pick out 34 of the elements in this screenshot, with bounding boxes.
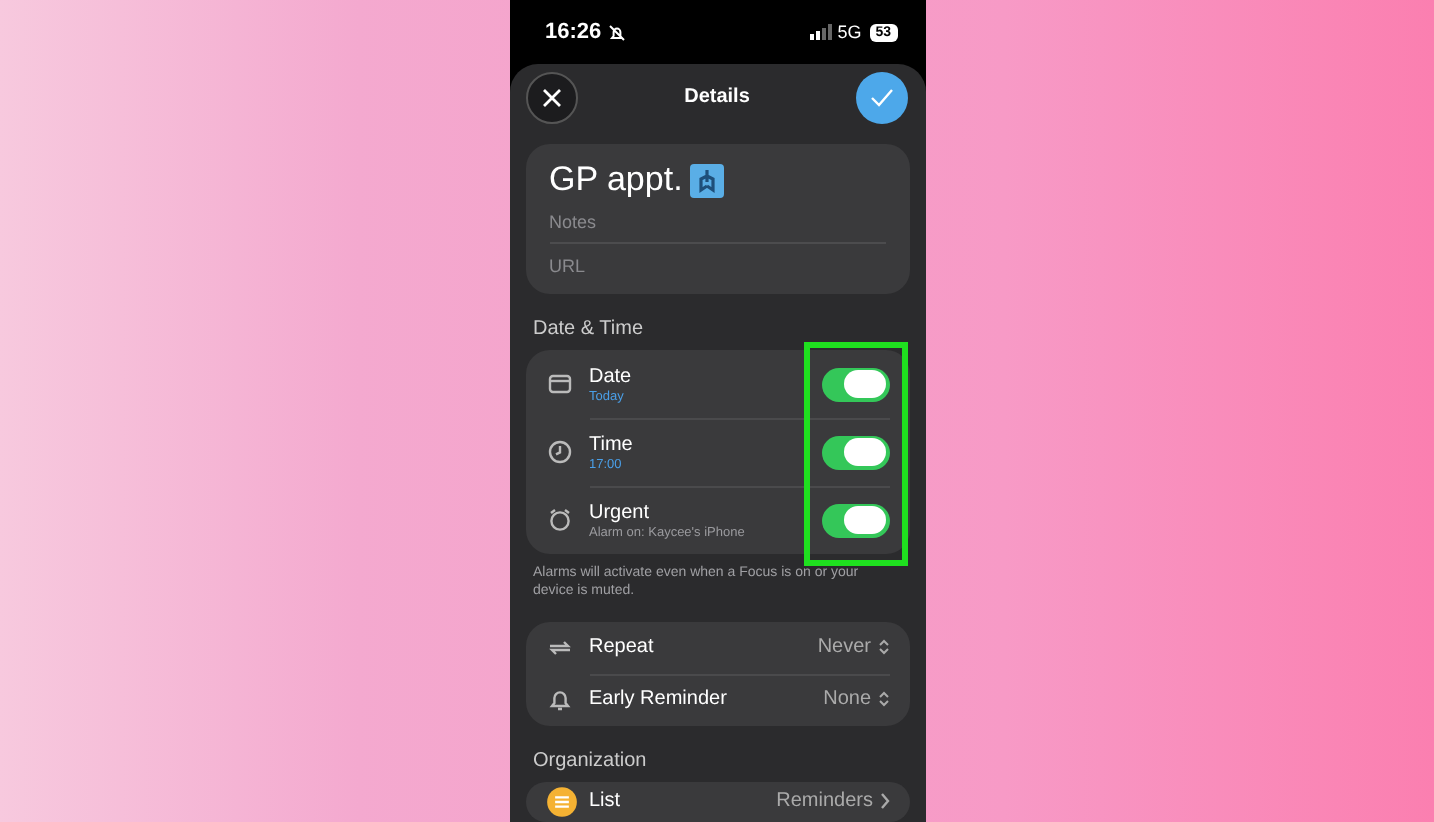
list-icon [545, 785, 577, 817]
bell-icon [545, 685, 573, 713]
row-label: Repeat [589, 636, 656, 658]
clock-time: 16:26 [545, 20, 602, 44]
bell-off-icon [607, 23, 626, 41]
network-label: 5G [837, 22, 862, 42]
toggle-switch[interactable] [821, 503, 889, 537]
row-label: Early Reminder [589, 688, 729, 710]
signal-icon [809, 24, 832, 40]
screen-title: Details [684, 86, 750, 108]
picker-value[interactable]: Never [817, 636, 889, 658]
section-heading: Organization [533, 749, 649, 771]
clock-icon [545, 438, 573, 466]
task-title[interactable]: GP appt. [549, 160, 683, 200]
row-label: Time [589, 433, 635, 455]
chevron-right-icon [879, 792, 889, 810]
checkmark-icon [870, 87, 895, 107]
calendar-icon [545, 370, 573, 398]
url-field[interactable]: URL [549, 242, 885, 286]
chevron-updown-icon [877, 638, 889, 656]
close-button[interactable] [525, 71, 577, 123]
alarm-clock-icon [545, 506, 573, 534]
close-icon [541, 87, 561, 107]
row-label: List [589, 790, 623, 812]
toggle-switch[interactable] [821, 367, 889, 401]
chevron-updown-icon [877, 690, 889, 708]
picker-value[interactable]: None [823, 688, 889, 710]
toggle-switch[interactable] [821, 435, 889, 469]
section-heading: Date & Time [533, 318, 646, 340]
row-label: Date [589, 365, 634, 387]
done-button[interactable] [856, 71, 909, 123]
list-value[interactable]: Reminders [776, 790, 889, 812]
row-label: Urgent [589, 501, 652, 523]
notes-field[interactable]: Notes [549, 200, 885, 242]
